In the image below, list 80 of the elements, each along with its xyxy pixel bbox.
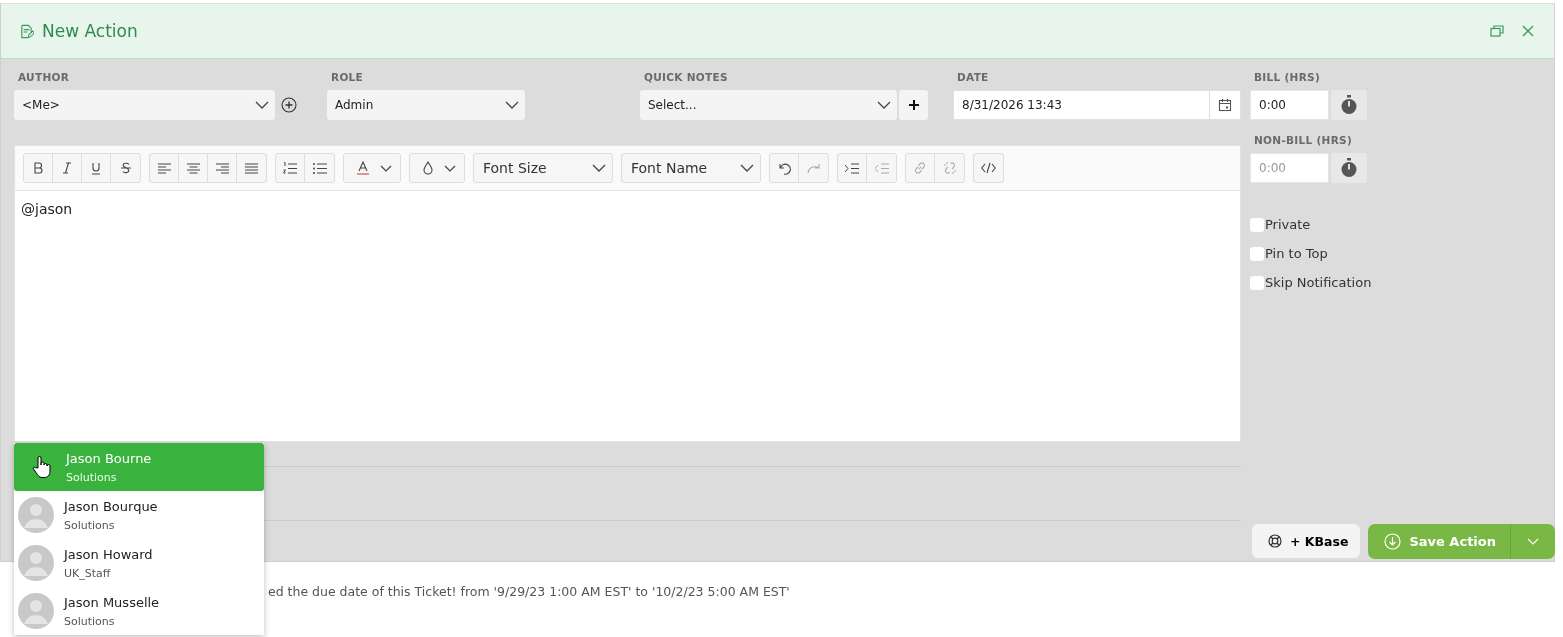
mention-item[interactable]: Jason Musselle Solutions — [14, 587, 264, 635]
avatar-icon — [18, 497, 54, 533]
font-name-select[interactable]: Font Name — [621, 153, 761, 183]
stopwatch-button[interactable] — [1331, 153, 1367, 183]
checkbox-label: Skip Notification — [1265, 275, 1372, 290]
date-field[interactable]: 8/31/2026 13:43 — [953, 90, 1241, 120]
dialog-title: New Action — [42, 21, 138, 41]
redo-icon — [806, 162, 821, 174]
mention-name: Jason Bourne — [66, 450, 152, 466]
hours-input[interactable]: 0:00 — [1250, 153, 1329, 183]
chevron-down-icon — [255, 101, 269, 109]
select-field[interactable]: Admin — [327, 90, 525, 120]
checkbox-label: Private — [1265, 217, 1311, 232]
lifebuoy-icon — [1268, 534, 1282, 548]
chevron-down-icon — [877, 101, 891, 109]
mention-name: Jason Bourque — [64, 498, 158, 514]
drop-icon — [422, 161, 434, 175]
mention-team: Solutions — [64, 614, 115, 628]
mention-team: UK_Staff — [64, 566, 111, 580]
bullet-list-icon — [312, 162, 327, 174]
bold-icon — [32, 162, 44, 174]
italic-icon — [61, 162, 73, 174]
font-color-icon — [356, 161, 370, 175]
outdent-icon — [874, 162, 889, 174]
chevron-down-icon — [444, 164, 456, 172]
align-center-icon — [186, 162, 200, 174]
add-circle-icon[interactable] — [281, 97, 297, 113]
hand-cursor-icon — [32, 455, 52, 479]
activity-text: ed the due date of this Ticket! from '9/29/23 1:00 AM EST' to '10/2/23 5:00 AM EST' — [268, 584, 791, 599]
restore-icon[interactable] — [1490, 25, 1504, 37]
stopwatch-button[interactable] — [1331, 90, 1367, 120]
undo-icon — [777, 161, 791, 175]
download-icon — [1384, 532, 1402, 550]
underline-icon — [90, 161, 102, 175]
strikethrough-icon — [119, 162, 132, 174]
chevron-down-icon — [740, 164, 754, 172]
checkbox[interactable] — [1250, 246, 1264, 261]
mention-item[interactable]: Jason Bourque Solutions — [14, 491, 264, 539]
avatar-icon — [18, 593, 54, 629]
editor-area[interactable]: @jason — [15, 191, 1240, 441]
select-field[interactable]: Select... — [640, 90, 897, 120]
mention-team: Solutions — [64, 518, 115, 532]
stopwatch-icon — [1340, 95, 1358, 115]
chevron-down-icon — [1527, 537, 1539, 545]
document-edit-icon — [19, 23, 34, 39]
align-right-icon — [215, 162, 229, 174]
mention-name: Jason Howard — [64, 546, 153, 562]
justify-icon — [245, 162, 258, 174]
field-label: NON-BILL (HRS) — [1253, 134, 1354, 146]
avatar-icon — [18, 545, 54, 581]
unlink-icon — [942, 161, 957, 175]
calendar-icon[interactable] — [1218, 98, 1232, 112]
field-label: AUTHOR — [17, 71, 71, 83]
numbered-list-icon — [283, 161, 297, 175]
mention-name: Jason Musselle — [64, 594, 160, 610]
stopwatch-icon — [1340, 158, 1358, 178]
close-icon[interactable] — [1522, 25, 1534, 37]
link-icon — [913, 161, 927, 175]
indent-icon — [845, 162, 859, 174]
field-label: ROLE — [330, 71, 365, 83]
font-size-select[interactable]: Font Size — [473, 153, 613, 183]
checkbox[interactable] — [1250, 217, 1264, 232]
select-field[interactable]: <Me> — [14, 90, 275, 120]
field-label: QUICK NOTES — [643, 71, 729, 83]
code-icon — [981, 162, 996, 174]
chevron-down-icon — [592, 164, 606, 172]
mention-team: Solutions — [66, 470, 117, 484]
align-left-icon — [157, 162, 171, 174]
checkbox-label: Pin to Top — [1265, 246, 1328, 261]
editor-text: @jason — [21, 201, 73, 217]
field-label: DATE — [956, 71, 990, 83]
add-button[interactable] — [899, 90, 928, 120]
hours-input[interactable]: 0:00 — [1250, 90, 1329, 120]
plus-icon — [907, 99, 920, 111]
mention-item[interactable]: Jason Howard UK_Staff — [14, 539, 264, 587]
chevron-down-icon — [505, 101, 519, 109]
field-label: BILL (HRS) — [1253, 71, 1321, 83]
checkbox[interactable] — [1250, 275, 1264, 290]
kbase-button[interactable]: + KBase — [1252, 524, 1361, 558]
chevron-down-icon — [380, 164, 392, 172]
